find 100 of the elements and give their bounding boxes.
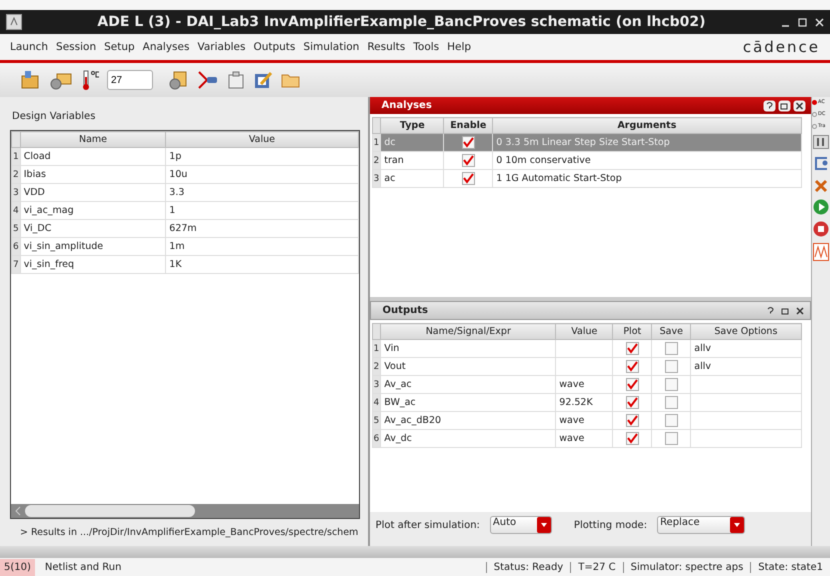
table-cell: Vout — [380, 358, 556, 376]
column-header[interactable]: Save — [652, 324, 691, 340]
analysis-row[interactable]: 1 dc 0 3.3 5m Linear Step Size Start-Stop — [372, 134, 802, 152]
checkbox[interactable] — [626, 396, 639, 409]
column-header[interactable]: Type — [380, 118, 444, 134]
column-header[interactable]: Name — [20, 132, 166, 148]
status-field: Status: Ready — [486, 562, 570, 572]
checkbox[interactable] — [664, 396, 678, 409]
table-cell: vi_ac_mag — [20, 202, 166, 220]
menu-item[interactable]: Results — [367, 41, 406, 53]
table-cell: 92.52K — [559, 397, 593, 408]
edit-icon[interactable] — [253, 70, 273, 90]
maximize-icon[interactable] — [798, 17, 807, 27]
column-header[interactable]: Value — [166, 132, 358, 148]
checkbox[interactable] — [664, 414, 678, 427]
menu-item[interactable]: Variables — [197, 41, 246, 53]
row-number: 3 — [372, 170, 381, 188]
column-header[interactable]: Save Options — [690, 324, 802, 340]
netlist-icon[interactable] — [813, 155, 829, 173]
cross-icon[interactable] — [814, 179, 828, 193]
table-cell: 1m — [166, 238, 358, 256]
table-cell: 1 — [166, 202, 358, 220]
results-path: > Results in .../ProjDir/InvAmplifierExample_BancProves/spectre/schem — [19, 526, 360, 540]
waveform-icon[interactable] — [813, 243, 829, 261]
column-header[interactable]: Name/Signal/Expr — [380, 324, 556, 340]
menu-item[interactable]: Launch — [10, 41, 48, 53]
stop-icon[interactable] — [813, 221, 829, 237]
row-number: 6 — [372, 430, 381, 448]
table-cell: 1K — [166, 256, 358, 274]
column-header[interactable]: Value — [556, 324, 613, 340]
menu-item[interactable]: Outputs — [253, 41, 296, 53]
brand-logo: cādence — [742, 38, 820, 56]
table-cell: Av_ac_dB20 — [380, 412, 556, 430]
thermometer-icon — [80, 69, 100, 91]
analysis-row[interactable]: 3 ac 1 1G Automatic Start-Stop — [372, 170, 802, 188]
column-header[interactable]: Arguments — [492, 118, 802, 134]
scroll-thumb[interactable] — [25, 505, 195, 517]
close-icon[interactable] — [815, 17, 824, 27]
table-cell: vi_sin_freq — [20, 256, 166, 274]
row-number: 5 — [372, 412, 381, 430]
row-number: 1 — [372, 340, 381, 358]
run-icon[interactable] — [813, 199, 829, 215]
window-title: ADE L (3) - DAI_Lab3 InvAmplifierExample_BancProves schematic (on lhcb02) — [96, 14, 707, 30]
checkbox[interactable] — [626, 342, 639, 355]
menu-item[interactable]: Help — [447, 41, 472, 53]
checkbox[interactable] — [462, 154, 475, 167]
menu-item[interactable]: Tools — [413, 41, 440, 53]
clipboard-icon[interactable] — [226, 70, 246, 90]
checkbox[interactable] — [626, 360, 639, 373]
panel-title: Design Variables — [11, 110, 96, 124]
panel-buttons-icon[interactable] — [766, 304, 806, 316]
table-cell: Vin — [380, 340, 556, 358]
probe-icon[interactable] — [197, 70, 219, 90]
temperature-field[interactable]: 27 — [107, 70, 153, 90]
column-header[interactable]: Plot — [612, 324, 652, 340]
table-cell: Ibias — [20, 166, 166, 184]
row-number: 3 — [12, 184, 20, 202]
table-cell: 1p — [166, 148, 358, 166]
row-number: 7 — [12, 256, 20, 274]
table-cell: vi_sin_amplitude — [20, 238, 166, 256]
table-cell: VDD — [20, 184, 166, 202]
app-icon — [6, 14, 22, 30]
menu-item[interactable]: Analyses — [142, 41, 190, 53]
status-field: T=27 C — [570, 562, 623, 572]
checkbox[interactable] — [626, 414, 639, 427]
table-cell: Vi_DC — [20, 220, 166, 238]
panel-buttons-icon[interactable] — [763, 100, 807, 112]
menu-item[interactable]: Simulation — [303, 41, 360, 53]
checkbox[interactable] — [626, 378, 639, 391]
checkbox[interactable] — [664, 432, 678, 445]
row-number: 2 — [372, 358, 381, 376]
row-number: 3 — [372, 376, 381, 394]
checkbox[interactable] — [462, 172, 475, 185]
checkbox[interactable] — [664, 378, 678, 391]
table-cell: 1 1G Automatic Start-Stop — [492, 170, 802, 188]
row-number: 1 — [372, 134, 381, 152]
checkbox[interactable] — [626, 432, 639, 445]
checkbox[interactable] — [664, 360, 678, 373]
table-cell: Cload — [20, 148, 166, 166]
table-cell: BW_ac — [380, 394, 556, 412]
field-label: Plot after simulation: — [376, 520, 480, 530]
table-cell: wave — [559, 379, 584, 390]
table-cell: dc — [380, 134, 444, 152]
column-header[interactable]: Enable — [444, 118, 493, 134]
horizontal-scrollbar[interactable] — [11, 504, 359, 518]
row-number: 5 — [12, 220, 20, 238]
checkbox[interactable] — [664, 342, 678, 355]
table-cell: wave — [559, 415, 584, 426]
menu-item[interactable]: Session — [56, 41, 96, 53]
table-cell: ac — [380, 170, 444, 188]
checkbox[interactable] — [462, 136, 475, 149]
table-cell: 0 10m conservative — [492, 152, 802, 170]
table-cell: allv — [694, 361, 712, 372]
analysis-row[interactable]: 2 tran 0 10m conservative — [372, 152, 802, 170]
panel-title: Outputs — [382, 305, 429, 316]
panel-title: Analyses — [382, 100, 433, 111]
menu-item[interactable]: Setup — [104, 41, 135, 53]
plotting-mode-dropdown[interactable]: Replace — [657, 516, 746, 534]
plot-after-dropdown[interactable]: Auto — [490, 516, 552, 534]
table-cell: Av_ac — [380, 376, 556, 394]
